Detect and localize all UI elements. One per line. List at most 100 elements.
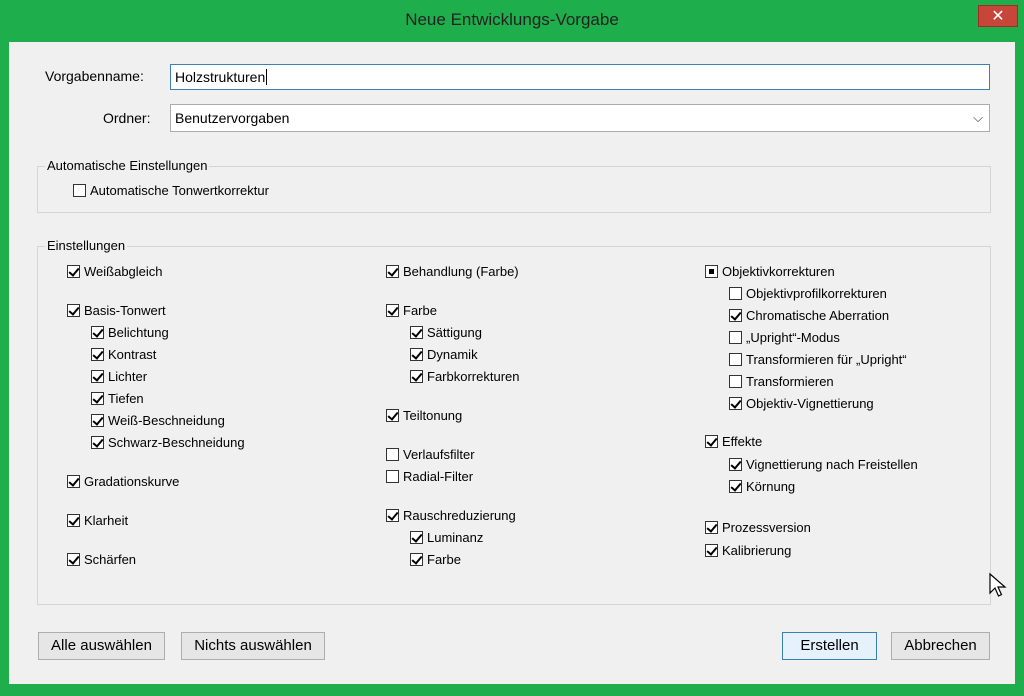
checkbox-box[interactable]	[705, 521, 718, 534]
checkbox-box[interactable]	[91, 392, 104, 405]
checkbox-teiltonung[interactable]: Teiltonung	[386, 408, 462, 423]
checkbox-objektiv-vignettierung[interactable]: Objektiv-Vignettierung	[729, 396, 874, 411]
checkbox-box[interactable]	[67, 265, 80, 278]
checkbox-kontrast[interactable]: Kontrast	[91, 347, 156, 362]
checkbox-box[interactable]	[729, 480, 742, 493]
checkbox-box[interactable]	[91, 414, 104, 427]
checkbox-label: Dynamik	[427, 347, 478, 362]
checkbox-rausch-farbe[interactable]: Farbe	[410, 552, 461, 567]
checkbox-label: Gradationskurve	[84, 474, 180, 489]
checkbox-box[interactable]	[67, 553, 80, 566]
select-all-button[interactable]: Alle auswählen	[38, 632, 165, 660]
preset-name-input[interactable]: Holzstrukturen	[170, 64, 990, 90]
checkbox-label: Farbe	[403, 303, 437, 318]
checkbox-box[interactable]	[410, 553, 423, 566]
checkbox-box[interactable]	[91, 370, 104, 383]
checkbox-box[interactable]	[386, 470, 399, 483]
checkbox-farbe[interactable]: Farbe	[386, 303, 437, 318]
checkbox-label: Weiß-Beschneidung	[108, 413, 225, 428]
checkbox-label: Luminanz	[427, 530, 484, 545]
checkbox-effekte[interactable]: Effekte	[705, 434, 762, 449]
checkbox-box[interactable]	[91, 326, 104, 339]
checkbox-dynamik[interactable]: Dynamik	[410, 347, 478, 362]
checkbox-radial-filter[interactable]: Radial-Filter	[386, 469, 473, 484]
checkbox-box[interactable]	[386, 509, 399, 522]
checkbox-auto-tone[interactable]: Automatische Tonwertkorrektur	[73, 183, 269, 198]
checkbox-label: Radial-Filter	[403, 469, 474, 484]
checkbox-vignettierung-freistellen[interactable]: Vignettierung nach Freistellen	[729, 457, 918, 472]
create-button[interactable]: Erstellen	[782, 632, 877, 660]
checkbox-schwarz-beschneidung[interactable]: Schwarz-Beschneidung	[91, 435, 245, 450]
checkbox-box[interactable]	[729, 309, 742, 322]
checkbox-box[interactable]	[729, 397, 742, 410]
checkbox-belichtung[interactable]: Belichtung	[91, 325, 169, 340]
checkbox-box[interactable]	[386, 448, 399, 461]
checkbox-box[interactable]	[705, 544, 718, 557]
folder-select[interactable]: Benutzervorgaben ⌵	[170, 104, 990, 132]
checkbox-label: Farbkorrekturen	[427, 369, 520, 384]
checkbox-label: „Upright“-Modus	[746, 330, 840, 345]
checkbox-weissabgleich[interactable]: Weißabgleich	[67, 264, 163, 279]
checkbox-label: Weißabgleich	[84, 264, 163, 279]
checkbox-label: Sättigung	[427, 325, 482, 340]
checkbox-box[interactable]	[91, 348, 104, 361]
checkbox-box[interactable]	[705, 265, 718, 278]
preset-name-value: Holzstrukturen	[175, 69, 266, 85]
checkbox-box[interactable]	[67, 514, 80, 527]
checkbox-kalibrierung[interactable]: Kalibrierung	[705, 543, 791, 558]
checkbox-chromatische-aberration[interactable]: Chromatische Aberration	[729, 308, 889, 323]
checkbox-label: Kalibrierung	[722, 543, 792, 558]
checkbox-label: Rauschreduzierung	[403, 508, 516, 523]
checkbox-box[interactable]	[729, 331, 742, 344]
checkbox-box[interactable]	[386, 265, 399, 278]
checkbox-luminanz[interactable]: Luminanz	[410, 530, 483, 545]
checkbox-gradationskurve[interactable]: Gradationskurve	[67, 474, 179, 489]
checkbox-verlaufsfilter[interactable]: Verlaufsfilter	[386, 447, 475, 462]
checkbox-label: Effekte	[722, 434, 763, 449]
checkbox-rauschreduzierung[interactable]: Rauschreduzierung	[386, 508, 516, 523]
checkbox-prozessversion[interactable]: Prozessversion	[705, 520, 811, 535]
checkbox-box[interactable]	[729, 375, 742, 388]
checkbox-box[interactable]	[729, 458, 742, 471]
checkbox-weiss-beschneidung[interactable]: Weiß-Beschneidung	[91, 413, 225, 428]
checkbox-box[interactable]	[91, 436, 104, 449]
checkbox-objektivprofilkorrekturen[interactable]: Objektivprofilkorrekturen	[729, 286, 887, 301]
checkbox-koernung[interactable]: Körnung	[729, 479, 795, 494]
checkbox-label: Farbe	[427, 552, 461, 567]
checkbox-tiefen[interactable]: Tiefen	[91, 391, 144, 406]
checkbox-box[interactable]	[410, 348, 423, 361]
select-none-button[interactable]: Nichts auswählen	[181, 632, 325, 660]
cancel-button[interactable]: Abbrechen	[891, 632, 990, 660]
checkbox-transformieren-upright[interactable]: Transformieren für „Upright“	[729, 352, 907, 367]
checkbox-box[interactable]	[729, 353, 742, 366]
checkbox-lichter[interactable]: Lichter	[91, 369, 147, 384]
checkbox-box[interactable]	[73, 184, 86, 197]
checkbox-box[interactable]	[67, 475, 80, 488]
chevron-down-icon: ⌵	[973, 110, 983, 125]
checkbox-box[interactable]	[386, 304, 399, 317]
close-button[interactable]: ✕	[978, 5, 1018, 27]
dialog-content: Vorgabenname: Holzstrukturen Ordner: Ben…	[9, 42, 1015, 684]
checkbox-label: Prozessversion	[722, 520, 811, 535]
checkbox-label: Objektivkorrekturen	[722, 264, 835, 279]
checkbox-box[interactable]	[729, 287, 742, 300]
checkbox-objektivkorrekturen[interactable]: Objektivkorrekturen	[705, 264, 835, 279]
checkbox-box[interactable]	[410, 531, 423, 544]
checkbox-farbkorrekturen[interactable]: Farbkorrekturen	[410, 369, 519, 384]
checkbox-saettigung[interactable]: Sättigung	[410, 325, 482, 340]
checkbox-box[interactable]	[410, 326, 423, 339]
checkbox-box[interactable]	[410, 370, 423, 383]
checkbox-label: Objektivprofilkorrekturen	[746, 286, 887, 301]
checkbox-behandlung[interactable]: Behandlung (Farbe)	[386, 264, 519, 279]
checkbox-box[interactable]	[67, 304, 80, 317]
checkbox-schaerfen[interactable]: Schärfen	[67, 552, 136, 567]
checkbox-box[interactable]	[386, 409, 399, 422]
checkbox-basis-tonwert[interactable]: Basis-Tonwert	[67, 303, 166, 318]
checkbox-transformieren[interactable]: Transformieren	[729, 374, 834, 389]
checkbox-upright-modus[interactable]: „Upright“-Modus	[729, 330, 840, 345]
checkbox-klarheit[interactable]: Klarheit	[67, 513, 128, 528]
checkbox-label: Behandlung (Farbe)	[403, 264, 519, 279]
checkbox-box[interactable]	[705, 435, 718, 448]
title-bar[interactable]: Neue Entwicklungs-Vorgabe ✕	[0, 0, 1024, 42]
folder-label: Ordner:	[103, 110, 151, 126]
